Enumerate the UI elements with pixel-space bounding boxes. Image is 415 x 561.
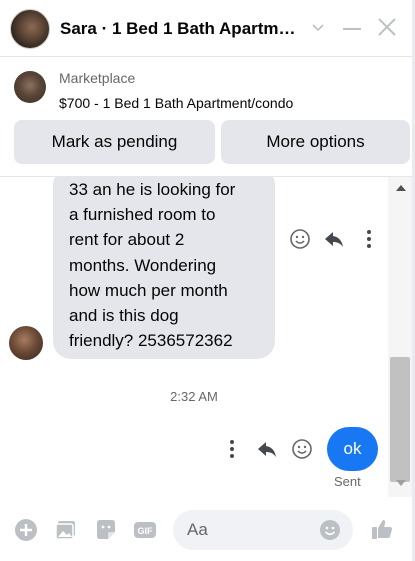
scroll-down-arrow-icon[interactable] [396, 480, 406, 486]
message-composer: GIF Aa [0, 497, 415, 561]
minimize-icon[interactable] [343, 28, 361, 30]
outgoing-message[interactable]: ok [327, 427, 378, 471]
message-thread: 33 an he is looking for a furnished room… [0, 177, 415, 497]
image-icon[interactable] [54, 518, 78, 542]
message-input-placeholder: Aa [187, 520, 208, 539]
plus-icon[interactable] [14, 518, 38, 542]
like-icon[interactable] [370, 517, 394, 541]
incoming-message-text: 33 an he is looking for a furnished room… [69, 180, 236, 351]
more-icon[interactable] [221, 438, 243, 460]
listing-thumbnail[interactable] [14, 71, 46, 103]
incoming-message[interactable]: 33 an he is looking for a furnished room… [53, 177, 275, 359]
more-icon[interactable] [358, 228, 380, 250]
message-status: Sent [334, 474, 361, 489]
gif-icon[interactable]: GIF [133, 518, 157, 542]
chat-header: Sara · 1 Bed 1 Bath Apartm… [0, 0, 415, 57]
marketplace-listing: Marketplace $700 - 1 Bed 1 Bath Apartmen… [0, 57, 415, 177]
scroll-up-arrow-icon[interactable] [396, 185, 406, 191]
emoji-icon[interactable] [319, 519, 341, 541]
message-timestamp: 2:32 AM [170, 389, 218, 404]
reply-icon[interactable] [323, 228, 345, 250]
sticker-icon[interactable] [94, 518, 118, 542]
listing-title[interactable]: $700 - 1 Bed 1 Bath Apartment/condo [59, 95, 293, 111]
avatar[interactable] [9, 326, 43, 360]
svg-text:GIF: GIF [138, 526, 154, 536]
chevron-down-icon[interactable] [311, 20, 325, 34]
scrollbar-thumb[interactable] [390, 357, 410, 482]
scrollbar[interactable] [388, 177, 412, 497]
chat-title[interactable]: Sara · 1 Bed 1 Bath Apartm… [60, 19, 296, 39]
emoji-icon[interactable] [289, 228, 311, 250]
outgoing-message-text: ok [343, 439, 362, 458]
more-options-button[interactable]: More options [221, 120, 410, 164]
avatar[interactable] [10, 9, 50, 49]
mark-as-pending-button[interactable]: Mark as pending [14, 120, 215, 164]
reply-icon[interactable] [256, 438, 278, 460]
close-icon[interactable] [377, 17, 397, 37]
message-input[interactable]: Aa [173, 510, 353, 550]
emoji-icon[interactable] [291, 438, 313, 460]
listing-source: Marketplace [59, 70, 136, 86]
